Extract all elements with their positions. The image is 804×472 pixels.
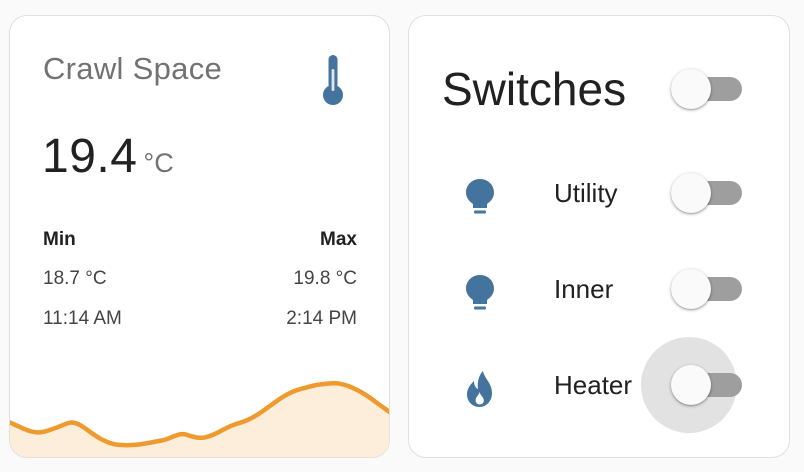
switch-label: Heater xyxy=(554,370,633,400)
history-graph xyxy=(10,381,389,457)
sensor-name: Crawl Space xyxy=(43,51,223,86)
sensor-reading: 19.4 °C xyxy=(42,129,174,184)
max-label: Max xyxy=(320,229,357,250)
max-time: 2:14 PM xyxy=(286,308,357,329)
switch-row-inner: Inner xyxy=(409,263,789,313)
min-label: Min xyxy=(43,229,76,250)
min-time: 11:14 AM xyxy=(43,308,122,329)
thermometer-icon xyxy=(323,55,343,105)
master-toggle-knob xyxy=(671,69,711,109)
min-value: 18.7 °C xyxy=(43,268,107,289)
inner-toggle-knob xyxy=(671,269,711,309)
switch-label: Utility xyxy=(554,178,618,208)
max-value: 19.8 °C xyxy=(293,268,357,289)
switch-label: Inner xyxy=(554,274,614,304)
switches-title: Switches xyxy=(442,63,627,115)
utility-toggle[interactable] xyxy=(668,170,746,216)
fire-icon xyxy=(467,371,492,407)
lightbulb-icon xyxy=(466,179,494,214)
heater-toggle-knob xyxy=(671,365,711,405)
heater-toggle[interactable] xyxy=(641,337,746,433)
sensor-card[interactable]: Crawl Space 19.4 °C Min 18.7 °C 11:14 AM … xyxy=(9,15,390,458)
sensor-value: 19.4 xyxy=(42,130,138,183)
utility-toggle-knob xyxy=(671,173,711,213)
switch-row-utility: Utility xyxy=(409,167,789,217)
sensor-unit: °C xyxy=(143,148,174,178)
min-block: Min 18.7 °C 11:14 AM xyxy=(43,229,122,330)
switch-row-heater: Heater xyxy=(409,337,789,433)
history-graph-fill xyxy=(10,383,389,457)
master-toggle[interactable] xyxy=(668,66,746,112)
max-block: Max 19.8 °C 2:14 PM xyxy=(286,229,357,330)
inner-toggle[interactable] xyxy=(668,266,746,312)
lightbulb-icon xyxy=(466,275,494,310)
switches-card: Switches Utility Inner Heater xyxy=(408,15,790,458)
